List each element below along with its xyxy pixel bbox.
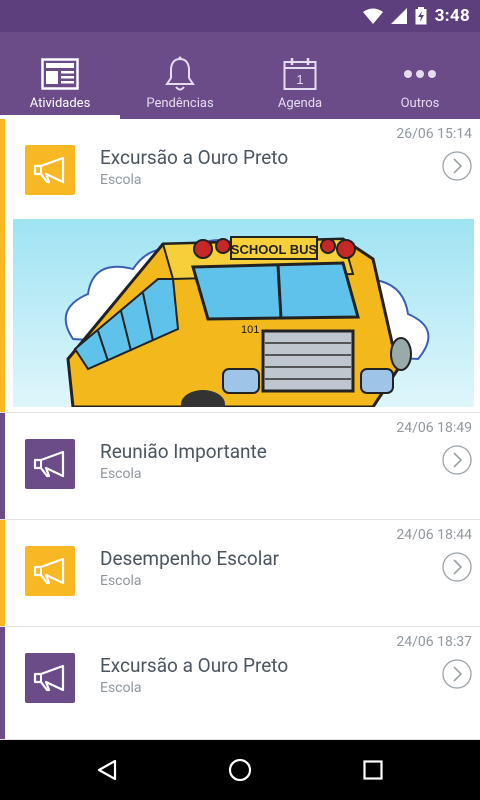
bus-number: 101 (241, 324, 259, 336)
card-date: 24/06 18:49 (396, 420, 472, 436)
newspaper-icon (41, 56, 79, 92)
clock: 3:48 (434, 6, 470, 26)
activity-card[interactable]: Reunião Importante Escola 24/06 18:49 (0, 413, 480, 520)
megaphone-icon (25, 439, 75, 489)
card-date: 24/06 18:37 (396, 634, 472, 650)
megaphone-icon (25, 145, 75, 195)
chevron-right-icon[interactable] (442, 445, 472, 475)
recent-apps-icon[interactable] (343, 740, 403, 800)
battery-icon (415, 7, 427, 25)
system-nav-bar (0, 740, 480, 800)
tab-agenda[interactable]: 1 Agenda (240, 32, 360, 119)
tab-label: Pendências (146, 96, 214, 111)
card-subtitle: Escola (100, 680, 142, 696)
chevron-right-icon[interactable] (442, 552, 472, 582)
card-subtitle: Escola (100, 172, 142, 188)
bus-sign-text: SCHOOL BUS (231, 242, 318, 257)
home-icon[interactable] (210, 740, 270, 800)
card-subtitle: Escola (100, 466, 142, 482)
card-subtitle: Escola (100, 573, 142, 589)
chevron-right-icon[interactable] (442, 659, 472, 689)
tab-bar: Atividades Pendências 1 Agenda Outros (0, 32, 480, 119)
card-title: Desempenho Escolar (100, 547, 280, 570)
activity-card[interactable]: Desempenho Escolar Escola 24/06 18:44 (0, 520, 480, 627)
card-title: Excursão a Ouro Preto (100, 654, 289, 677)
tab-label: Atividades (29, 96, 91, 111)
tab-label: Outros (400, 96, 440, 111)
megaphone-icon (25, 546, 75, 596)
activity-card[interactable]: Excursão a Ouro Preto Escola 24/06 18:37 (0, 627, 480, 740)
calendar-day: 1 (296, 72, 303, 87)
activity-card[interactable]: Excursão a Ouro Preto Escola 26/06 15:14 (0, 119, 480, 413)
tab-atividades[interactable]: Atividades (0, 32, 120, 119)
tab-pendencias[interactable]: Pendências (120, 32, 240, 119)
back-icon[interactable] (77, 740, 137, 800)
school-bus-image: SCHOOL BUS 101 (13, 219, 474, 407)
activity-feed: Excursão a Ouro Preto Escola 26/06 15:14 (0, 119, 480, 740)
card-title: Excursão a Ouro Preto (100, 146, 289, 169)
card-title: Reunião Importante (100, 440, 267, 463)
more-icon (403, 56, 437, 92)
wifi-icon (362, 8, 383, 24)
card-date: 26/06 15:14 (396, 126, 472, 142)
tab-label: Agenda (277, 96, 323, 111)
megaphone-icon (25, 653, 75, 703)
bell-icon (165, 56, 195, 92)
signal-icon (390, 8, 407, 24)
tab-outros[interactable]: Outros (360, 32, 480, 119)
status-bar: 3:48 (0, 0, 480, 32)
chevron-right-icon[interactable] (442, 151, 472, 181)
calendar-icon: 1 (283, 56, 317, 92)
card-date: 24/06 18:44 (396, 527, 472, 543)
